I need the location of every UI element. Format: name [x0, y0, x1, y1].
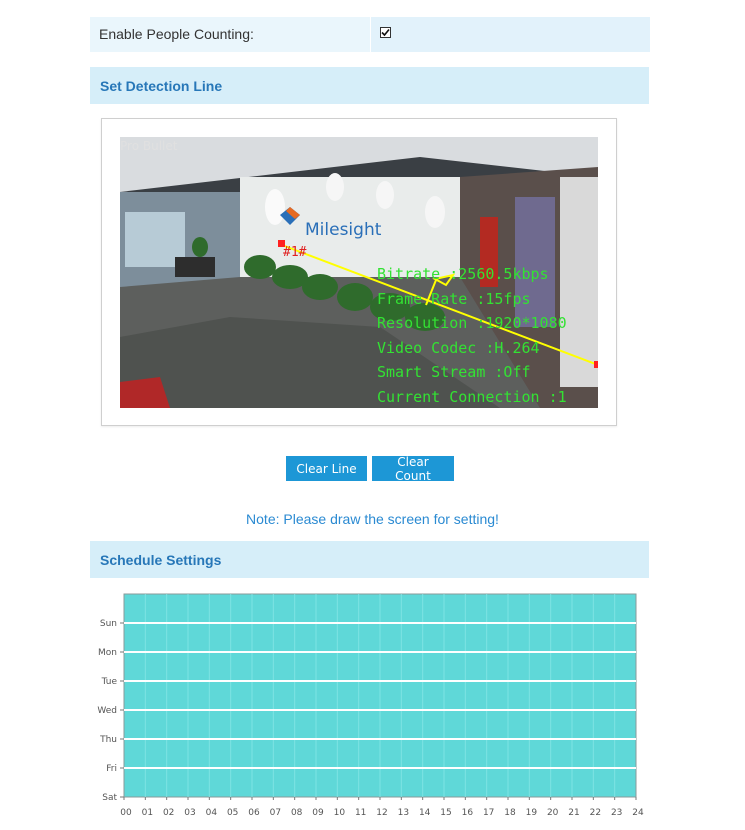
hour-label-00: 00: [120, 808, 132, 818]
osd-bitrate: Bitrate :2560.5kbps: [377, 265, 549, 283]
day-label-thu: Thu: [99, 735, 117, 745]
hour-label-18: 18: [504, 808, 516, 818]
clear-line-button[interactable]: Clear Line: [286, 456, 367, 481]
hour-label-14: 14: [419, 808, 431, 818]
schedule-settings-header: Schedule Settings: [90, 541, 649, 578]
enable-cell: [370, 17, 650, 52]
hour-label-02: 02: [163, 808, 174, 818]
day-label-mon: Mon: [98, 648, 117, 658]
hour-label-23: 23: [611, 808, 622, 818]
video-osd: Bitrate :2560.5kbps Frame Rate :15fps Reso…: [377, 262, 567, 408]
checkmark-icon: [381, 28, 390, 37]
hour-label-04: 04: [206, 808, 218, 818]
hour-label-15: 15: [440, 808, 451, 818]
hour-label-10: 10: [334, 808, 346, 818]
hour-label-13: 13: [398, 808, 409, 818]
hour-label-03: 03: [184, 808, 195, 818]
day-label-fri: Fri: [106, 764, 117, 774]
enable-people-counting-label: Enable People Counting:: [99, 26, 254, 42]
schedule-grid-area: Sun Mon Tue Wed Thu Fri Sat 00 01 02 03 04 05 06 07 08 0…: [0, 590, 745, 825]
hour-label-16: 16: [462, 808, 474, 818]
hour-label-12: 12: [376, 808, 387, 818]
hour-label-01: 01: [142, 808, 153, 818]
camera-name: Pro Bullet: [120, 139, 178, 153]
enable-people-counting-row: Enable People Counting:: [90, 17, 650, 52]
day-label-sun: Sun: [100, 619, 117, 629]
hour-label-09: 09: [312, 808, 324, 818]
detection-line-title: Set Detection Line: [100, 78, 223, 94]
day-label-wed: Wed: [97, 706, 117, 716]
hour-label-06: 06: [248, 808, 260, 818]
hour-label-17: 17: [483, 808, 494, 818]
hour-label-21: 21: [568, 808, 579, 818]
schedule-grid[interactable]: Sun Mon Tue Wed Thu Fri Sat00 01 02 03 04 05 06 07 08 0…: [0, 590, 745, 825]
day-label-sat: Sat: [102, 793, 117, 803]
hour-label-11: 11: [355, 808, 366, 818]
schedule-settings-title: Schedule Settings: [100, 552, 222, 568]
detection-line-header: Set Detection Line: [90, 67, 649, 104]
osd-current-connection: Current Connection :1: [377, 387, 567, 406]
logo-text: Milesight: [305, 220, 382, 240]
hour-label-08: 08: [291, 808, 303, 818]
detection-line-label: #1#: [283, 245, 307, 260]
day-label-tue: Tue: [101, 677, 118, 687]
hour-label-07: 07: [270, 808, 281, 818]
osd-resolution: Resolution :1920*1080: [377, 314, 567, 332]
hour-label-22: 22: [590, 808, 601, 818]
osd-video-codec: Video Codec :H.264: [377, 338, 540, 357]
enable-people-counting-checkbox[interactable]: [380, 27, 391, 38]
hour-label-05: 05: [227, 808, 238, 818]
setting-note: Note: Please draw the screen for setting…: [246, 511, 499, 527]
hour-label-19: 19: [526, 808, 538, 818]
clear-count-button[interactable]: Clear Count: [372, 455, 454, 483]
hour-label-20: 20: [547, 808, 559, 818]
hour-label-24: 24: [632, 808, 644, 818]
video-canvas[interactable]: Milesight Pro Bullet #1# Bitrate :2560.5…: [120, 137, 598, 408]
osd-frame-rate: Frame Rate :15fps: [377, 289, 531, 308]
osd-smart-stream: Smart Stream :Off: [377, 363, 531, 381]
